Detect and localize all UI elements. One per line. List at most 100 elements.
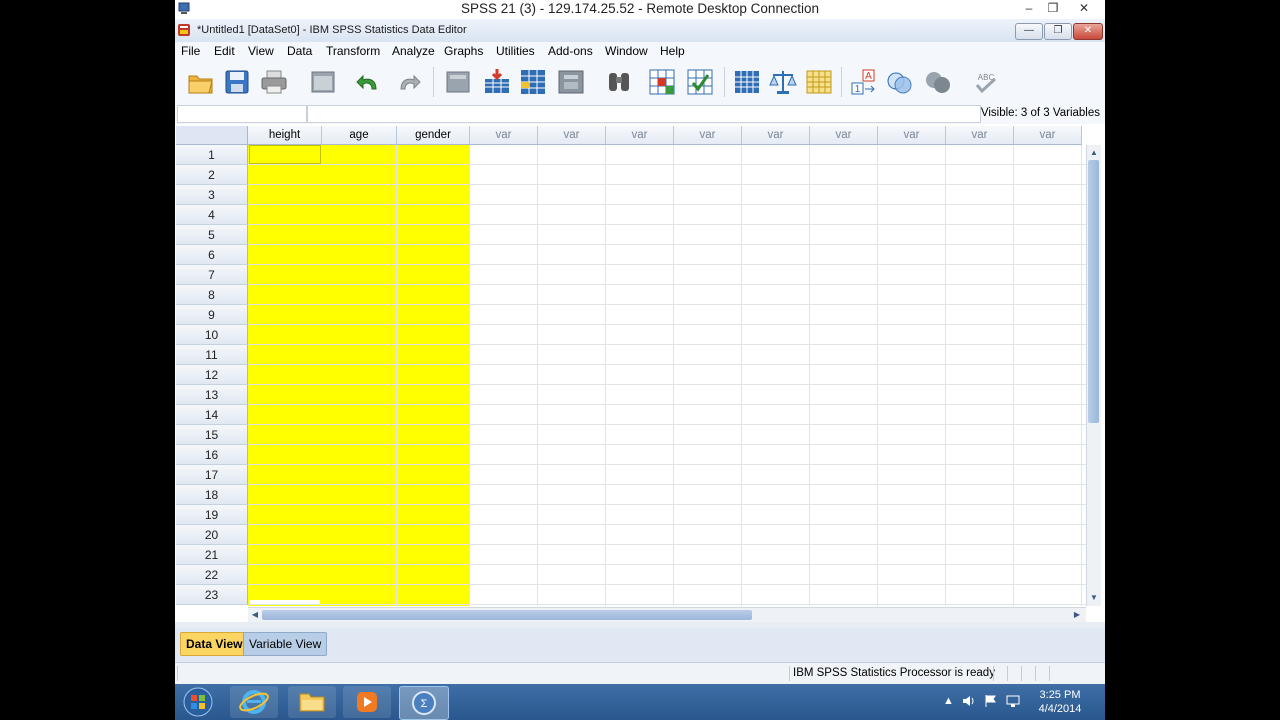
select-cases-icon[interactable] [685, 67, 715, 97]
row-header[interactable]: 12 [176, 365, 248, 385]
row-header[interactable]: 20 [176, 525, 248, 545]
row-header[interactable]: 11 [176, 345, 248, 365]
tab-data-view[interactable]: Data View [180, 632, 249, 656]
row-header[interactable]: 18 [176, 485, 248, 505]
column-header-empty[interactable]: var [946, 126, 1014, 145]
column-header-height[interactable]: height [248, 126, 322, 145]
variable-column-fill[interactable] [322, 145, 396, 606]
scroll-left-arrow-icon[interactable]: ◀ [249, 609, 261, 621]
taskbar-file-explorer[interactable] [288, 686, 336, 718]
weight-cases-icon[interactable] [768, 67, 798, 97]
value-labels-icon[interactable] [732, 67, 762, 97]
scroll-right-arrow-icon[interactable]: ▶ [1071, 609, 1083, 621]
column-header-gender[interactable]: gender [397, 126, 470, 145]
row-header[interactable]: 14 [176, 405, 248, 425]
row-header[interactable]: 10 [176, 325, 248, 345]
column-header-empty[interactable]: var [1014, 126, 1082, 145]
start-button-icon[interactable] [181, 686, 215, 718]
menu-edit[interactable]: Edit [214, 44, 235, 58]
menu-view[interactable]: View [248, 44, 274, 58]
redo-icon[interactable] [393, 67, 423, 97]
row-header[interactable]: 6 [176, 245, 248, 265]
spss-close-button[interactable]: ✕ [1073, 23, 1103, 40]
split-file-icon[interactable] [647, 67, 677, 97]
column-header-empty[interactable]: var [538, 126, 606, 145]
column-header-empty[interactable]: var [606, 126, 674, 145]
row-header[interactable]: 8 [176, 285, 248, 305]
row-header[interactable]: 5 [176, 225, 248, 245]
vertical-scroll-thumb[interactable] [1088, 160, 1099, 423]
row-header[interactable]: 7 [176, 265, 248, 285]
menu-analyze[interactable]: Analyze [392, 44, 435, 58]
column-header-empty[interactable]: var [674, 126, 742, 145]
save-icon[interactable] [222, 67, 252, 97]
row-header[interactable]: 15 [176, 425, 248, 445]
menu-transform[interactable]: Transform [326, 44, 380, 58]
goto-variable-icon[interactable] [482, 67, 512, 97]
volume-icon[interactable] [961, 694, 977, 708]
dialog-recall-icon[interactable] [308, 67, 338, 97]
column-header-empty[interactable]: var [742, 126, 810, 145]
scroll-down-arrow-icon[interactable]: ▼ [1088, 592, 1100, 604]
spss-minimize-button[interactable]: — [1015, 23, 1043, 40]
action-center-flag-icon[interactable] [983, 694, 999, 708]
taskbar-internet-explorer[interactable] [230, 686, 278, 718]
insert-variable-icon[interactable] [556, 67, 586, 97]
column-header-empty[interactable]: var [470, 126, 538, 145]
menu-utilities[interactable]: Utilities [496, 44, 535, 58]
row-header[interactable]: 2 [176, 165, 248, 185]
variable-column-fill[interactable] [397, 145, 469, 606]
menu-data[interactable]: Data [287, 44, 312, 58]
row-header[interactable]: 19 [176, 505, 248, 525]
network-icon[interactable] [1005, 694, 1021, 708]
open-folder-icon[interactable] [186, 67, 216, 97]
spell-check-circles-icon[interactable] [923, 67, 953, 97]
tray-expand-arrow-icon[interactable]: ▲ [943, 695, 954, 707]
row-header[interactable]: 22 [176, 565, 248, 585]
row-header[interactable]: 1 [176, 145, 248, 165]
row-header[interactable]: 17 [176, 465, 248, 485]
menu-graphs[interactable]: Graphs [444, 44, 483, 58]
show-all-icon[interactable] [885, 67, 915, 97]
goto-case-icon[interactable] [443, 67, 473, 97]
variables-icon[interactable] [804, 67, 834, 97]
grid-row-line [248, 404, 1086, 405]
cell-reference-field[interactable] [177, 105, 307, 123]
row-header[interactable]: 21 [176, 545, 248, 565]
active-cell[interactable] [249, 145, 321, 164]
horizontal-scrollbar[interactable]: ◀ ▶ [248, 607, 1086, 622]
row-header[interactable]: 23 [176, 585, 248, 605]
spell-check-icon[interactable]: ABC [971, 67, 1001, 97]
rdp-minimize-button[interactable]: – [1017, 0, 1041, 18]
row-header[interactable]: 4 [176, 205, 248, 225]
vertical-scrollbar[interactable]: ▲ ▼ [1086, 145, 1101, 606]
insert-cases-icon[interactable] [518, 67, 548, 97]
row-header[interactable]: 16 [176, 445, 248, 465]
undo-icon[interactable] [354, 67, 384, 97]
variable-column-fill[interactable] [248, 145, 321, 606]
find-icon[interactable] [604, 67, 634, 97]
column-header-empty[interactable]: var [878, 126, 946, 145]
menu-window[interactable]: Window [605, 44, 648, 58]
rdp-restore-button[interactable]: ❐ [1041, 0, 1065, 18]
menu-file[interactable]: File [181, 44, 200, 58]
taskbar-media-player[interactable] [343, 686, 391, 718]
scroll-up-arrow-icon[interactable]: ▲ [1088, 147, 1100, 159]
rdp-close-button[interactable]: ✕ [1072, 0, 1096, 18]
horizontal-scroll-thumb[interactable] [262, 610, 752, 620]
spss-restore-button[interactable]: ❐ [1044, 23, 1072, 40]
use-sets-icon[interactable]: A 1 [849, 67, 879, 97]
print-icon[interactable] [259, 67, 289, 97]
tab-variable-view[interactable]: Variable View [243, 632, 328, 656]
row-header[interactable]: 13 [176, 385, 248, 405]
taskbar-clock[interactable]: 3:25 PM 4/4/2014 [1031, 688, 1089, 716]
grid-corner[interactable] [176, 126, 248, 145]
row-header[interactable]: 3 [176, 185, 248, 205]
column-header-empty[interactable]: var [810, 126, 878, 145]
menu-help[interactable]: Help [660, 44, 685, 58]
cell-value-field[interactable] [307, 105, 981, 123]
menu-add-ons[interactable]: Add-ons [548, 44, 593, 58]
taskbar-spss[interactable]: Σ [399, 686, 449, 720]
column-header-age[interactable]: age [322, 126, 397, 145]
row-header[interactable]: 9 [176, 305, 248, 325]
